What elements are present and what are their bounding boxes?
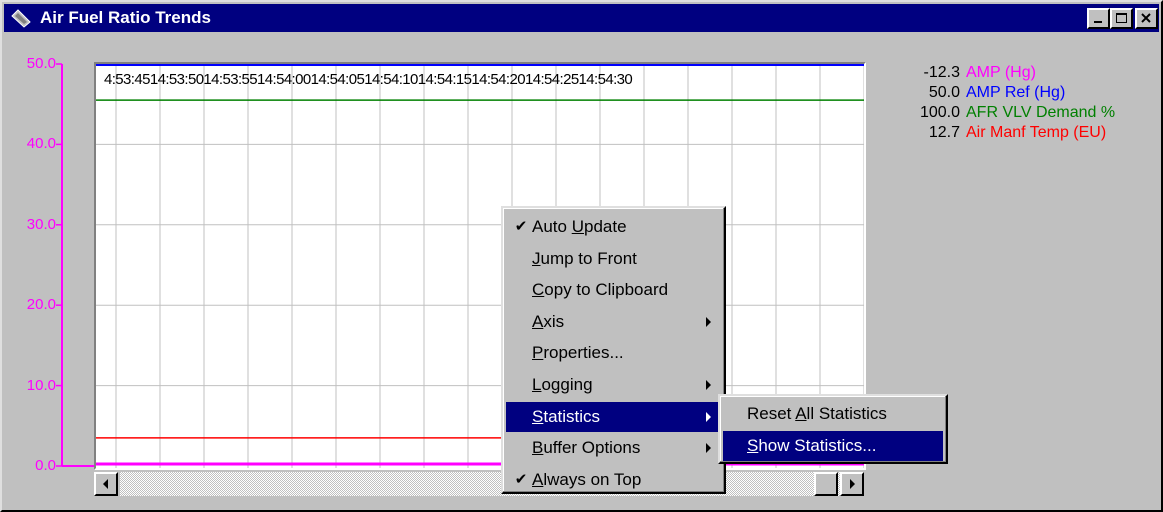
menu-item-label: Axis (532, 311, 565, 331)
checkmark-icon: ✔ (514, 218, 528, 235)
legend-series-name: Air Manf Temp (EU) (966, 124, 1107, 141)
menu-item-label: Auto Update (532, 217, 627, 236)
menu-item-axis[interactable]: Axis (506, 307, 721, 337)
horizontal-scrollbar[interactable] (94, 470, 866, 500)
menu-item-label: Buffer Options (532, 438, 641, 458)
arrow-left-icon (103, 479, 108, 489)
menu-item-label: Properties... (532, 343, 624, 363)
checkmark-icon: ✔ (514, 470, 528, 488)
y-axis (56, 63, 94, 467)
statistics-submenu: Reset All Statistics Show Statistics... (718, 394, 948, 464)
submenu-arrow-icon (706, 443, 711, 454)
menu-item-label: Statistics (532, 406, 601, 426)
scroll-thumb[interactable] (814, 472, 838, 496)
menu-item-label: Reset All Statistics (747, 404, 887, 423)
menu-item-label: Jump to Front (532, 248, 637, 268)
legend-value: 12.7 (928, 124, 960, 141)
y-tick-label: 50.0 (26, 55, 56, 72)
menu-item-statistics[interactable]: Statistics (506, 401, 721, 432)
legend-value: -12.3 (923, 64, 960, 81)
scroll-left-button[interactable] (94, 472, 118, 496)
context-menu: ✔ Auto Update Jump to Front Copy to Clipboa… (501, 206, 726, 494)
y-tick-label: 40.0 (26, 135, 56, 153)
scroll-track[interactable] (120, 472, 840, 496)
legend-series-name: AMP (Hg) (966, 64, 1036, 81)
legend-series-name: AFR VLV Demand % (966, 104, 1116, 121)
submenu-arrow-icon (706, 316, 711, 327)
submenu-item-reset-all-statistics[interactable]: Reset All Statistics (723, 399, 943, 429)
menu-item-label: Show Statistics... (747, 435, 877, 455)
menu-item-auto-update[interactable]: ✔ Auto Update (506, 212, 721, 242)
menu-item-buffer-options[interactable]: Buffer Options (506, 433, 721, 463)
menu-item-properties[interactable]: Properties... (506, 338, 721, 368)
menu-item-label: Copy to Clipboard (532, 280, 669, 300)
legend-value: 100.0 (919, 104, 960, 121)
menu-item-label: Always on Top (532, 469, 642, 489)
arrow-right-icon (850, 479, 855, 489)
legend-series-name: AMP Ref (Hg) (966, 84, 1066, 101)
submenu-arrow-icon (706, 380, 711, 390)
menu-item-jump-to-front[interactable]: Jump to Front (506, 244, 721, 274)
menu-item-copy-to-clipboard[interactable]: Copy to Clipboard (506, 275, 721, 305)
y-tick-label: 20.0 (26, 296, 56, 314)
submenu-item-show-statistics[interactable]: Show Statistics... (723, 430, 943, 461)
y-tick-label: 10.0 (26, 376, 56, 394)
time-axis-labels: 4:53:4514:53:5014:53:5514:54:0014:54:051… (104, 71, 633, 88)
menu-item-always-on-top[interactable]: ✔ Always on Top (506, 465, 721, 495)
menu-item-label: Logging (532, 375, 593, 394)
y-tick-label: 0.0 (35, 457, 56, 474)
scroll-right-button[interactable] (840, 472, 864, 496)
menu-item-logging[interactable]: Logging (506, 370, 721, 400)
y-tick-label: 30.0 (26, 215, 56, 233)
legend-value: 50.0 (928, 84, 960, 101)
submenu-arrow-icon (706, 411, 711, 422)
